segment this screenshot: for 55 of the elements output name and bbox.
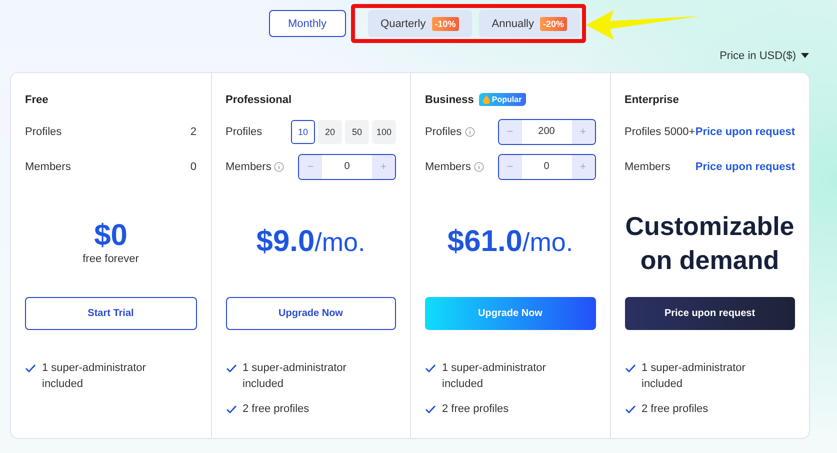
row-label: Profiles — [226, 126, 262, 138]
billing-tab[interactable]: Monthly — [268, 10, 346, 37]
discount-badge: -10% — [432, 16, 459, 30]
feature-text: 2 free profiles — [642, 402, 708, 417]
feature-text: 2 free profiles — [242, 402, 310, 417]
discount-badge: -20% — [540, 16, 567, 30]
row-label: Members — [624, 160, 670, 172]
feature-text: 1 super-administrator included — [242, 361, 348, 392]
profile-option[interactable]: 50 — [345, 120, 369, 144]
price: $0 — [94, 219, 128, 253]
row-label: Members — [425, 160, 471, 172]
profile-option[interactable]: 20 — [318, 120, 342, 144]
stepper-value: 200 — [537, 125, 556, 139]
row-label: Profiles — [425, 126, 462, 138]
billing-tab[interactable]: Annually -20% — [478, 10, 580, 37]
plan-name: Free — [25, 94, 48, 106]
billing-tab[interactable]: Quarterly -10% — [368, 10, 472, 37]
row-label: Profiles — [25, 126, 62, 138]
plan-name: Enterprise — [624, 94, 679, 106]
row-label: Members — [25, 160, 71, 172]
stepper-value: 0 — [542, 160, 550, 174]
check-icon — [425, 405, 436, 414]
feature-text: 1 super-administrator included — [42, 361, 147, 392]
feature-text: 1 super-administrator included — [442, 361, 547, 392]
row-label: Members — [226, 160, 272, 172]
arrow-icon — [586, 10, 701, 40]
plan-button[interactable]: Upgrade Now — [425, 297, 596, 330]
plan-button[interactable]: Upgrade Now — [226, 297, 396, 330]
check-icon — [624, 364, 636, 373]
popular-badge: Popular — [478, 93, 526, 106]
price-note: free forever — [82, 253, 139, 265]
price-link[interactable]: Price upon request — [695, 160, 795, 172]
plan-button[interactable]: Price upon request — [624, 297, 795, 330]
row-label: Profiles 5000+ — [624, 126, 696, 138]
price: $9.0/mo. — [256, 225, 366, 259]
price: $61.0/mo. — [447, 225, 574, 259]
row-value: 2 — [190, 126, 196, 138]
check-icon — [425, 364, 436, 373]
profile-option[interactable]: 10 — [291, 120, 315, 144]
feature-text: 2 free profiles — [442, 402, 509, 417]
caret-icon — [801, 53, 809, 59]
price-link[interactable]: Price upon request — [695, 126, 795, 138]
check-icon — [25, 364, 36, 373]
check-icon — [226, 405, 236, 414]
check-icon — [226, 364, 236, 373]
feature-text: 1 super-administrator included — [642, 361, 746, 392]
check-icon — [624, 405, 636, 414]
currency-selector[interactable]: Price in USD($) — [720, 50, 796, 62]
row-value: 0 — [190, 160, 196, 172]
stepper-value: 0 — [343, 160, 351, 174]
plan-name: Business — [425, 94, 474, 106]
plan-button[interactable]: Start Trial — [25, 297, 196, 330]
plan-name: Professional — [226, 94, 292, 106]
price: Customizable on demand — [624, 210, 795, 277]
profile-option[interactable]: 100 — [372, 120, 396, 144]
